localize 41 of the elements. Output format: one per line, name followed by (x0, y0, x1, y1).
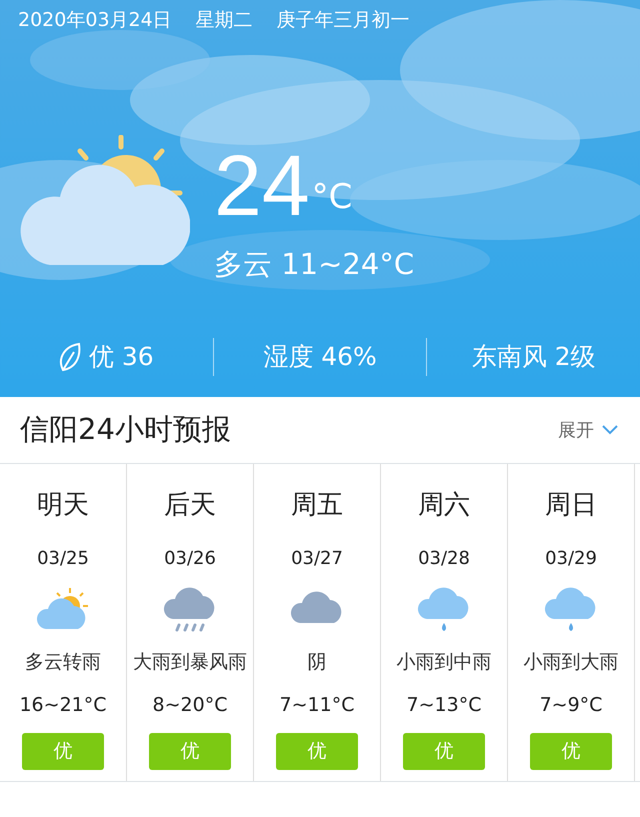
chevron-down-icon (602, 425, 618, 435)
air-quality-text: 优 36 (88, 341, 154, 374)
temperature-range: 7~13°C (406, 692, 482, 718)
date-label: 03/25 (37, 547, 89, 571)
date-label: 03/27 (291, 547, 343, 571)
stat-text: 东南风 2级 (472, 341, 596, 374)
air-quality-badge[interactable]: 优 (149, 733, 231, 770)
temperature-range: 16~21°C (19, 692, 107, 718)
air-quality-badge[interactable]: 优 (530, 733, 612, 770)
air-quality-badge[interactable]: 优 (276, 733, 358, 770)
air-quality-badge[interactable]: 优 (22, 733, 104, 770)
drizzle-cloud-icon (417, 587, 471, 633)
weather-text: 阴 (308, 650, 326, 675)
weather-summary: 多云 11~24°C (214, 246, 414, 282)
drizzle-cloud-icon (544, 587, 598, 633)
day-label: 周六 (418, 489, 470, 522)
stat-text: 湿度 46% (263, 341, 377, 374)
rain-cloud-icon (163, 587, 217, 633)
weather-text: 多云转雨 (25, 650, 101, 675)
expand-button[interactable]: 展开 (558, 416, 618, 444)
day-label: 周五 (291, 489, 343, 522)
day-label: 明天 (37, 489, 89, 522)
date-label: 03/29 (545, 547, 597, 571)
air-quality-badge[interactable]: 优 (403, 733, 485, 770)
weekday-text: 星期二 (196, 8, 253, 33)
date-text: 2020年03月24日 (18, 8, 172, 33)
day-label: 周日 (545, 489, 597, 522)
temperature-range: 8~20°C (152, 692, 228, 718)
lunar-date-text: 庚子年三月初一 (276, 8, 410, 33)
weather-text: 大雨到暴风雨 (133, 650, 247, 675)
forecast-title: 信阳24小时预报 (20, 411, 231, 448)
date-label: 03/26 (164, 547, 216, 571)
temperature-unit: °C (312, 176, 352, 218)
weather-text: 小雨到中雨 (396, 650, 492, 675)
day-label: 后天 (164, 489, 216, 522)
weather-text: 小雨到大雨 (524, 650, 618, 675)
leaf-icon (58, 342, 81, 372)
temperature: 24 (214, 142, 310, 228)
temperature-range: 7~9°C (540, 692, 602, 718)
temperature-range: 7~11°C (280, 692, 354, 718)
date-label: 03/28 (418, 547, 470, 571)
